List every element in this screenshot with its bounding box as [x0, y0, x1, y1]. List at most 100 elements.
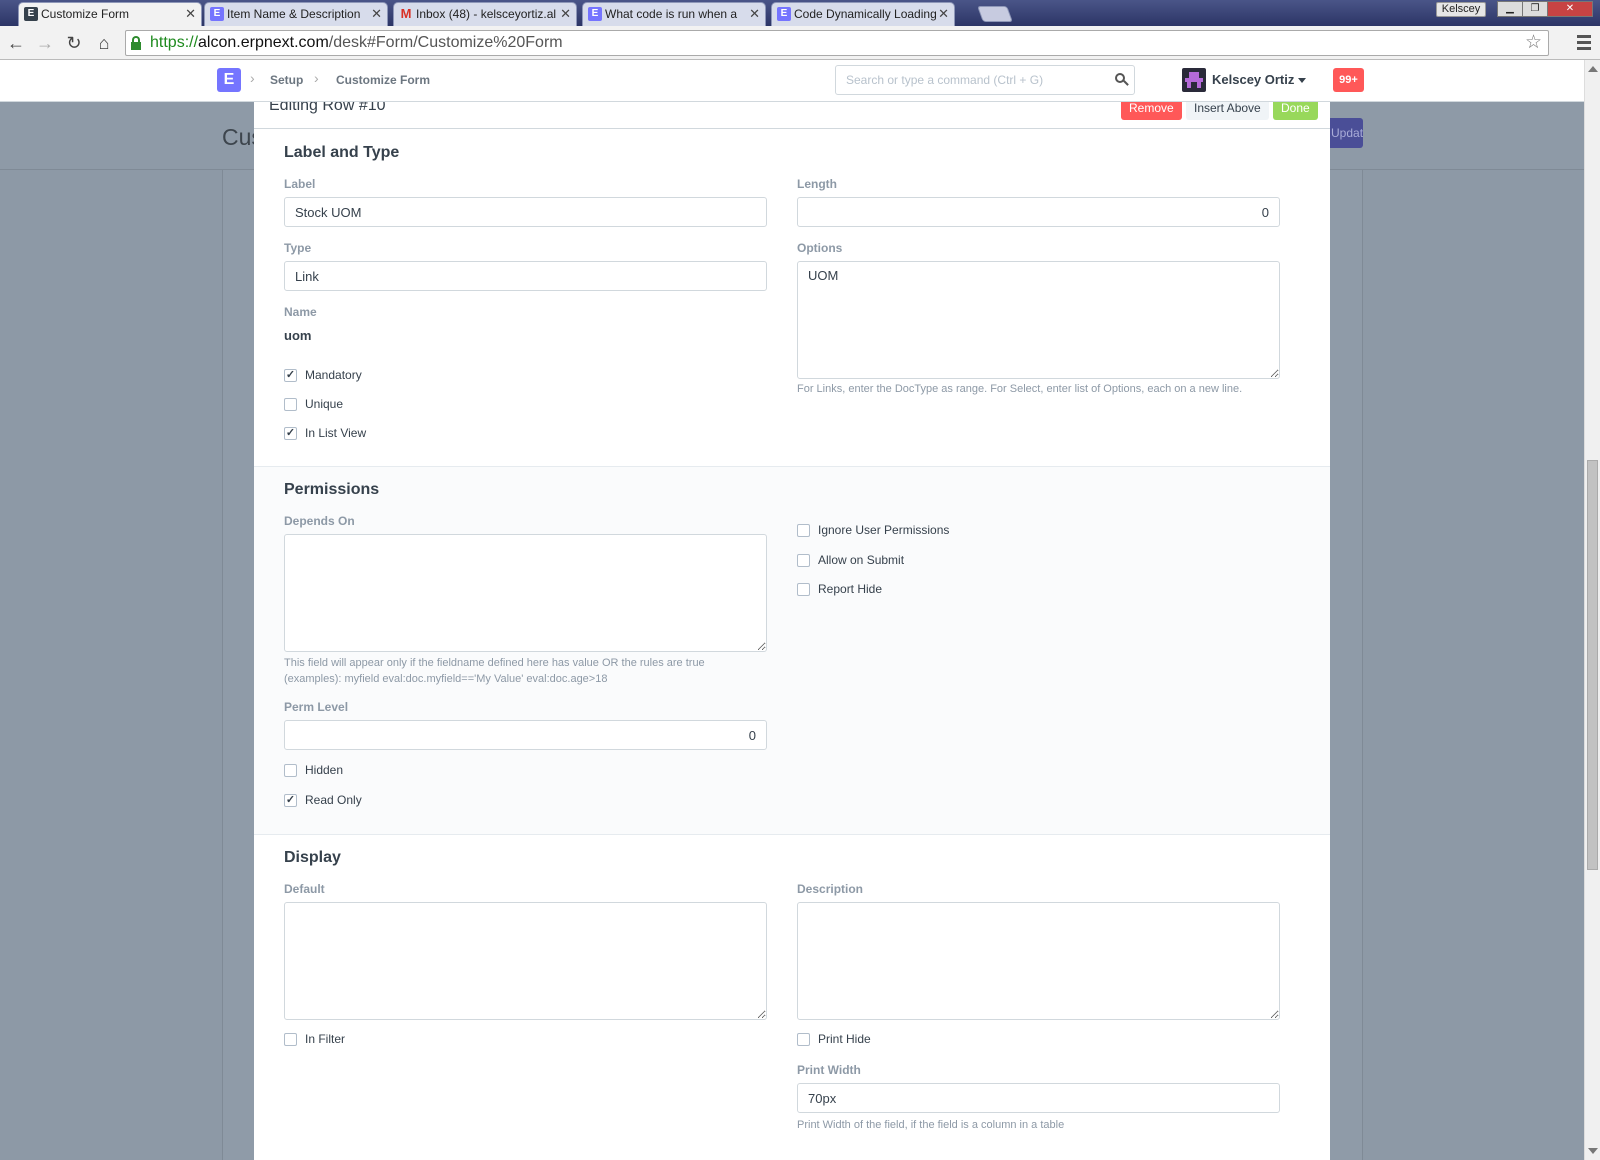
checkbox-label: Print Hide [818, 1032, 871, 1046]
page-scrollbar[interactable] [1584, 60, 1600, 1160]
url-text: https://alcon.erpnext.com/desk#Form/Cust… [150, 34, 563, 51]
type-field-label: Type [284, 241, 312, 255]
tab-title: Item Name & Description [227, 7, 361, 21]
breadcrumb-customize-form[interactable]: Customize Form [336, 73, 430, 87]
tab-title: What code is run when a [605, 7, 738, 21]
label-field-label: Label [284, 177, 316, 191]
print-width-help-text: Print Width of the field, if the field i… [797, 1119, 1065, 1131]
user-name: Kelscey Ortiz [1212, 72, 1295, 87]
bookmark-star-icon[interactable]: ☆ [1525, 31, 1542, 55]
browser-tab-code-loading[interactable]: E Code Dynamically Loading ✕ [771, 2, 955, 26]
tab-title: Customize Form [41, 7, 130, 21]
close-tab-icon[interactable]: ✕ [749, 3, 760, 25]
section-label-and-type: Label and Type Label Type Name uom ✓ Man… [254, 130, 1330, 467]
browser-tab-customize-form[interactable]: E Customize Form ✕ [18, 2, 202, 26]
gmail-favicon-icon: M [400, 6, 412, 21]
checkbox-label: Read Only [305, 793, 362, 807]
awesome-bar [835, 65, 1135, 95]
close-window-button[interactable]: ✕ [1547, 1, 1593, 17]
checkbox-box[interactable] [284, 398, 297, 411]
forward-icon[interactable]: → [33, 31, 57, 55]
description-textarea[interactable] [797, 902, 1280, 1020]
checkbox-label: Allow on Submit [818, 553, 905, 567]
back-icon[interactable]: ← [4, 31, 28, 55]
options-field-label: Options [797, 241, 843, 255]
section-display: Display Default In Filter Description Pr… [254, 835, 1330, 1160]
checkbox-box[interactable] [797, 554, 810, 567]
checkbox-box[interactable] [284, 764, 297, 777]
close-tab-icon[interactable]: ✕ [185, 3, 196, 25]
checkbox-label: Mandatory [305, 368, 362, 382]
breadcrumb-setup[interactable]: Setup [270, 73, 303, 87]
depends-on-help-line1: This field will appear only if the field… [284, 657, 705, 669]
browser-tab-item-name[interactable]: E Item Name & Description ✕ [204, 2, 388, 26]
scrollbar-thumb[interactable] [1587, 460, 1598, 870]
checkbox-box[interactable]: ✓ [284, 794, 297, 807]
section-permissions: Permissions Depends On This field will a… [254, 467, 1330, 835]
name-field-label: Name [284, 305, 317, 319]
browser-menu-icon[interactable] [1574, 32, 1594, 54]
user-menu[interactable]: Kelscey Ortiz [1212, 72, 1307, 87]
reload-icon[interactable]: ↻ [62, 31, 86, 55]
search-input[interactable] [836, 66, 1096, 94]
perm-level-input[interactable] [284, 720, 767, 750]
type-select[interactable] [284, 261, 767, 291]
caret-down-icon [1298, 78, 1307, 84]
length-field-label: Length [797, 177, 837, 191]
depends-on-label: Depends On [284, 514, 355, 528]
notification-badge[interactable]: 99+ [1333, 68, 1364, 92]
avatar[interactable] [1182, 68, 1206, 92]
tab-title: Inbox (48) - kelsceyortiz.al [416, 7, 557, 21]
browser-toolbar: ← → ↻ ⌂ https://alcon.erpnext.com/desk#F… [0, 26, 1600, 60]
label-input[interactable] [284, 197, 767, 227]
checkbox-label: Hidden [305, 763, 344, 777]
checkbox-label: Ignore User Permissions [818, 523, 950, 537]
options-help-text: For Links, enter the DocType as range. F… [797, 383, 1243, 395]
scroll-up-icon[interactable] [1588, 66, 1598, 72]
new-tab-button[interactable] [977, 6, 1013, 22]
checkbox-box[interactable] [797, 1033, 810, 1046]
insert-above-button[interactable]: Insert Above [1186, 102, 1269, 120]
length-input[interactable] [797, 197, 1280, 227]
checkbox-label: In List View [305, 426, 367, 440]
checkbox-box[interactable] [284, 1033, 297, 1046]
home-icon[interactable]: ⌂ [92, 31, 116, 55]
erpnext-favicon-icon: E [210, 7, 224, 21]
default-label: Default [284, 882, 325, 896]
print-width-label: Print Width [797, 1063, 861, 1077]
checkbox-label: In Filter [305, 1032, 346, 1046]
browser-tab-what-code[interactable]: E What code is run when a ✕ [582, 2, 766, 26]
edit-row-dialog: Editing Row #10 Remove Insert Above Done… [254, 102, 1330, 1160]
print-width-input[interactable] [797, 1083, 1280, 1113]
close-tab-icon[interactable]: ✕ [560, 3, 571, 25]
checkbox-box[interactable]: ✓ [284, 369, 297, 382]
name-value: uom [284, 328, 312, 343]
erpnext-favicon-icon: E [588, 7, 602, 21]
app-navbar: E › Setup › Customize Form Kelscey Ortiz… [0, 60, 1584, 102]
scroll-down-icon[interactable] [1588, 1148, 1598, 1154]
minimize-window-button[interactable]: ▁ [1497, 1, 1523, 17]
dialog-title: Editing Row #10 [269, 102, 386, 114]
erpnext-logo[interactable]: E [217, 68, 241, 92]
checkbox-box[interactable] [797, 583, 810, 596]
tab-title: Code Dynamically Loading [794, 7, 937, 21]
section-title: Display [284, 849, 341, 866]
close-tab-icon[interactable]: ✕ [371, 3, 382, 25]
profile-button[interactable]: Kelscey [1436, 2, 1486, 17]
checkbox-box[interactable] [797, 524, 810, 537]
checkbox-box[interactable]: ✓ [284, 427, 297, 440]
restore-window-button[interactable]: ❐ [1522, 1, 1548, 17]
remove-button[interactable]: Remove [1121, 102, 1182, 120]
options-textarea[interactable]: UOM [797, 261, 1280, 379]
search-icon[interactable] [1115, 73, 1129, 86]
done-button[interactable]: Done [1273, 102, 1318, 120]
breadcrumb-chevron-icon: › [314, 70, 319, 86]
close-tab-icon[interactable]: ✕ [938, 3, 949, 25]
address-bar[interactable]: https://alcon.erpnext.com/desk#Form/Cust… [125, 30, 1549, 56]
lock-icon [131, 36, 141, 50]
depends-on-textarea[interactable] [284, 534, 767, 652]
browser-tab-inbox[interactable]: M Inbox (48) - kelsceyortiz.al ✕ [393, 2, 577, 26]
default-textarea[interactable] [284, 902, 767, 1020]
depends-on-help-line2: (examples): myfield eval:doc.myfield=='M… [284, 673, 608, 685]
checkbox-label: Report Hide [818, 582, 883, 596]
